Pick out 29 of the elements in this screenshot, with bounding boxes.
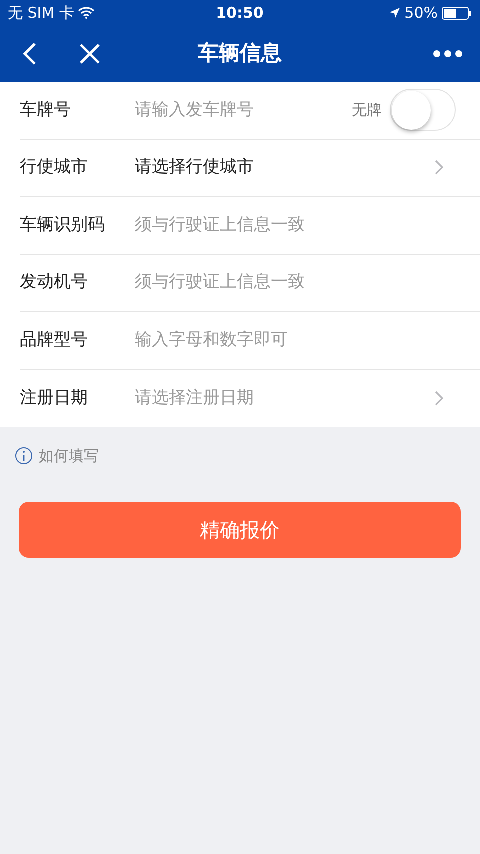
field-label: 行使城市 bbox=[20, 156, 89, 179]
chevron-left-icon bbox=[23, 42, 37, 66]
text-field[interactable]: 须与行驶证上信息一致 bbox=[135, 212, 456, 238]
nav-title: 车辆信息 bbox=[198, 40, 282, 68]
wifi-icon bbox=[78, 7, 96, 19]
battery-icon bbox=[442, 6, 472, 20]
text-field[interactable]: 输入字母和数字即可 bbox=[135, 328, 456, 353]
field-label: 注册日期 bbox=[20, 386, 89, 410]
chevron-right-icon bbox=[435, 390, 444, 406]
toggle-label: 无牌 bbox=[352, 100, 382, 121]
field-label: 车辆识别码 bbox=[20, 214, 106, 236]
battery-percent: 50% bbox=[404, 2, 438, 24]
text-field[interactable]: 请输入发车牌号 bbox=[135, 98, 352, 123]
field-label: 品牌型号 bbox=[20, 328, 89, 352]
carrier-text: 无 SIM 卡 bbox=[8, 2, 74, 24]
chevron-right-icon bbox=[435, 160, 444, 176]
select-field[interactable]: 请选择注册日期 bbox=[135, 386, 456, 411]
field-label: 发动机号 bbox=[20, 271, 89, 294]
text-field[interactable]: 须与行驶证上信息一致 bbox=[135, 270, 456, 296]
toggle-switch[interactable] bbox=[390, 89, 456, 132]
status-time: 10:50 bbox=[216, 2, 264, 24]
more-icon bbox=[433, 50, 463, 58]
help-link[interactable]: 如何填写 bbox=[15, 445, 99, 468]
select-field[interactable]: 请选择行使城市 bbox=[135, 155, 456, 180]
submit-button[interactable]: 精确报价 bbox=[19, 502, 461, 558]
field-label: 车牌号 bbox=[20, 98, 72, 122]
close-icon bbox=[79, 43, 101, 65]
info-icon bbox=[15, 447, 33, 466]
location-arrow-icon bbox=[388, 7, 401, 19]
